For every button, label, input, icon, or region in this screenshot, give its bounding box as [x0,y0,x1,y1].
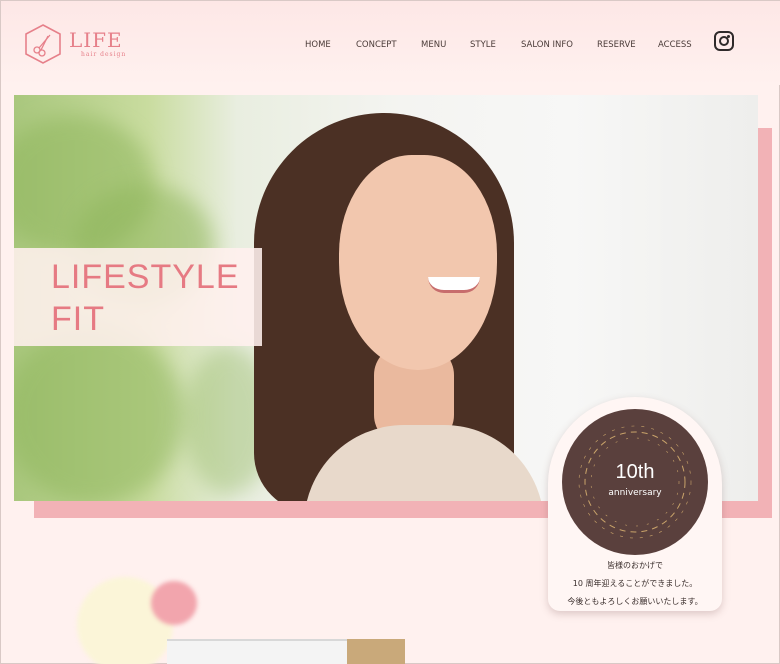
decor-blob-pink [151,581,197,625]
salon-photo [167,639,347,664]
nav-menu[interactable]: MENU [421,40,446,50]
nav-salon-info[interactable]: SALON INFO [521,40,573,50]
anniversary-message-line: 今後ともよろしくお願いいたします。 [567,597,703,606]
tagline-line-1: LIFESTYLE [51,258,240,296]
model-smile [428,277,480,293]
anniversary-message-line: 皆様のおかげで [607,561,663,570]
nav-access[interactable]: ACCESS [658,40,692,50]
salon-photo-wood [347,639,405,664]
model-face [339,155,497,370]
nav-reserve[interactable]: RESERVE [597,40,636,50]
anniversary-message-line: 10 周年迎えることができました。 [572,579,698,588]
nav-style[interactable]: STYLE [470,40,496,50]
anniversary-card: 10th anniversary 皆様のおかげで 10 周年迎えることができまし… [548,397,722,611]
main-nav: HOME CONCEPT MENU STYLE SALON INFO RESER… [1,40,780,54]
foliage-blur [14,325,184,501]
anniversary-number: 10th [615,461,655,483]
nav-home[interactable]: HOME [305,40,331,50]
instagram-icon[interactable] [714,31,734,51]
header: LIFE hair design HOME CONCEPT MENU STYLE… [1,1,780,85]
anniversary-badge: 10th anniversary [562,409,708,555]
nav-concept[interactable]: CONCEPT [356,40,397,50]
tagline-line-2: FIT [51,300,105,338]
anniversary-message: 皆様のおかげで 10 周年迎えることができました。 今後ともよろしくお願いいたし… [548,557,722,611]
hero-tagline: LIFESTYLE FIT [14,248,262,346]
page: LIFE hair design HOME CONCEPT MENU STYLE… [0,0,780,664]
anniversary-label: anniversary [608,488,662,498]
